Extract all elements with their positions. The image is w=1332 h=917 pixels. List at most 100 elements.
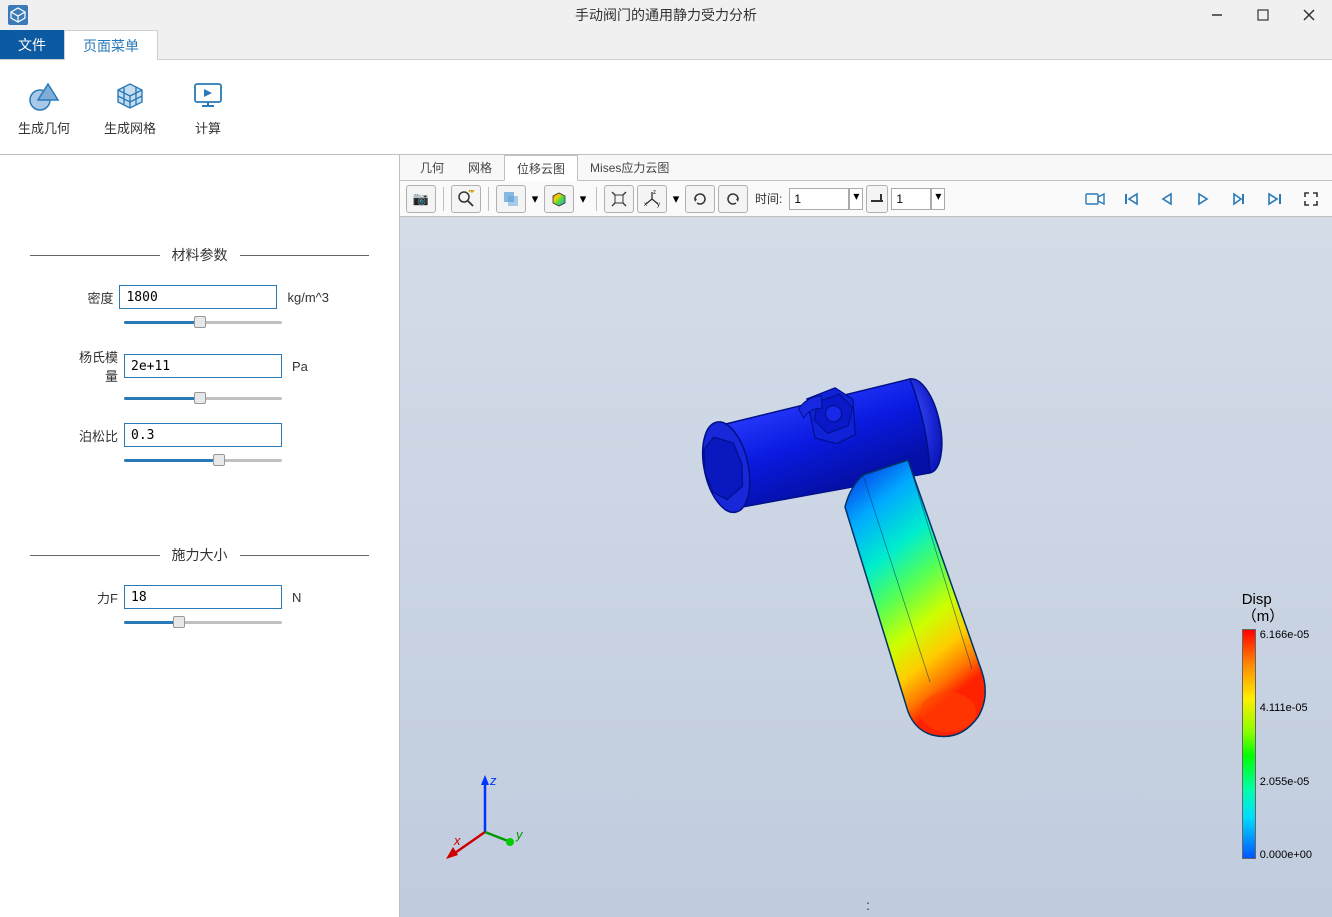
tab-displacement-plot[interactable]: 位移云图 (504, 155, 578, 181)
next-frame-button[interactable] (1224, 185, 1254, 213)
legend-title-2: （m） (1242, 608, 1285, 625)
axis-orient-button[interactable]: zxy (637, 185, 667, 213)
window-controls (1194, 0, 1332, 30)
compute-icon (190, 78, 226, 114)
transparency-dropdown[interactable]: ▾ (529, 185, 541, 213)
density-unit: kg/m^3 (277, 290, 329, 305)
axis-dropdown[interactable]: ▾ (670, 185, 682, 213)
density-input[interactable] (119, 285, 277, 309)
ribbon-toolbar: 生成几何 生成网格 计算 (0, 60, 1332, 155)
tab-page-menu[interactable]: 页面菜单 (64, 30, 158, 60)
main-area: 材料参数 密度 kg/m^3 杨氏模量 Pa 泊松比 施力大小 力 (0, 155, 1332, 917)
view-toolbar: 📷 ▾ ▾ zxy ▾ (400, 181, 1332, 217)
first-frame-button[interactable] (1116, 185, 1146, 213)
zoom-extents-button[interactable] (604, 185, 634, 213)
legend-mid1: 2.055e-05 (1260, 776, 1312, 788)
parameters-panel: 材料参数 密度 kg/m^3 杨氏模量 Pa 泊松比 施力大小 力 (0, 155, 400, 917)
z-axis-label: z (489, 773, 497, 788)
poisson-slider[interactable] (124, 451, 282, 469)
tab-file[interactable]: 文件 (0, 30, 64, 59)
zoom-tool-button[interactable] (451, 185, 481, 213)
material-section-header: 材料参数 (30, 245, 369, 265)
time-combo[interactable]: ▾ (789, 188, 863, 210)
extents-icon (610, 190, 628, 208)
forceF-row: 力F N (70, 585, 329, 609)
render-mode-button[interactable] (544, 185, 574, 213)
render-dropdown[interactable]: ▾ (577, 185, 589, 213)
axis-triad: z x y (440, 767, 540, 867)
poisson-row: 泊松比 (70, 423, 329, 447)
density-label: 密度 (70, 288, 119, 307)
build-mesh-label: 生成网格 (104, 118, 156, 137)
video-icon (1085, 191, 1105, 207)
y-axis-label: y (515, 827, 524, 842)
minimize-button[interactable] (1194, 0, 1240, 30)
record-button[interactable] (1080, 185, 1110, 213)
valve-model (660, 347, 1100, 787)
window-title: 手动阀门的通用静力受力分析 (575, 5, 757, 25)
forceF-label: 力F (70, 588, 124, 607)
legend-title-1: Disp (1242, 591, 1272, 608)
last-frame-button[interactable] (1260, 185, 1290, 213)
youngs-label: 杨氏模量 (70, 347, 124, 385)
rotate-ccw-icon (691, 190, 709, 208)
transparency-button[interactable] (496, 185, 526, 213)
frame-step-button[interactable] (866, 185, 888, 213)
expand-icon (1304, 192, 1318, 206)
density-row: 密度 kg/m^3 (70, 285, 329, 309)
forceF-unit: N (282, 590, 301, 605)
graphics-canvas[interactable]: z x y Disp （m） 6.166e-05 4.111e-0 (400, 217, 1332, 917)
youngs-row: 杨氏模量 Pa (70, 347, 329, 385)
maximize-button[interactable] (1240, 0, 1286, 30)
view-panel: 几何 网格 位移云图 Mises应力云图 📷 ▾ ▾ (400, 155, 1332, 917)
frame-combo[interactable]: ▾ (891, 188, 945, 210)
tab-mises-plot[interactable]: Mises应力云图 (578, 155, 681, 180)
mesh-icon (112, 78, 148, 114)
forceF-slider[interactable] (124, 613, 282, 631)
play-button[interactable] (1188, 185, 1218, 213)
poisson-input[interactable] (124, 423, 282, 447)
legend-min: 0.000e+00 (1260, 849, 1312, 861)
close-button[interactable] (1286, 0, 1332, 30)
youngs-input[interactable] (124, 354, 282, 378)
youngs-slider[interactable] (124, 389, 282, 407)
time-input[interactable] (789, 188, 849, 210)
material-section-title: 材料参数 (160, 245, 240, 265)
magnifier-icon (457, 190, 475, 208)
build-geometry-button[interactable]: 生成几何 (10, 74, 78, 141)
build-mesh-button[interactable]: 生成网格 (96, 74, 164, 141)
density-slider[interactable] (124, 313, 282, 331)
status-text: : (866, 897, 870, 913)
force-section-header: 施力大小 (30, 545, 369, 565)
build-geometry-label: 生成几何 (18, 118, 70, 137)
play-back-icon (1159, 191, 1175, 207)
axis-icon: zxy (643, 190, 661, 208)
app-icon (4, 1, 32, 29)
x-axis-label: x (453, 833, 461, 848)
youngs-unit: Pa (282, 359, 308, 374)
rotate-cw-icon (724, 190, 742, 208)
camera-icon: 📷 (413, 191, 429, 207)
force-section-title: 施力大小 (160, 545, 240, 565)
legend-max: 6.166e-05 (1260, 629, 1312, 641)
rotate-cw-button[interactable] (718, 185, 748, 213)
frame-input[interactable] (891, 188, 931, 210)
frame-dropdown[interactable]: ▾ (931, 188, 945, 210)
fullscreen-button[interactable] (1296, 185, 1326, 213)
tab-mesh[interactable]: 网格 (456, 155, 504, 180)
legend-mid2: 4.111e-05 (1260, 702, 1312, 714)
compute-label: 计算 (195, 118, 221, 137)
compute-button[interactable]: 计算 (182, 74, 234, 141)
snapshot-button[interactable]: 📷 (406, 185, 436, 213)
poisson-label: 泊松比 (70, 426, 124, 445)
menu-tabs: 文件 页面菜单 (0, 30, 1332, 60)
forceF-input[interactable] (124, 585, 282, 609)
rotate-ccw-button[interactable] (685, 185, 715, 213)
legend-color-bar (1242, 629, 1256, 859)
prev-frame-button[interactable] (1152, 185, 1182, 213)
color-legend: Disp （m） 6.166e-05 4.111e-05 2.055e-05 0… (1242, 592, 1312, 861)
time-dropdown[interactable]: ▾ (849, 188, 863, 210)
cube-rainbow-icon (550, 190, 568, 208)
geometry-icon (26, 78, 62, 114)
tab-geometry[interactable]: 几何 (408, 155, 456, 180)
